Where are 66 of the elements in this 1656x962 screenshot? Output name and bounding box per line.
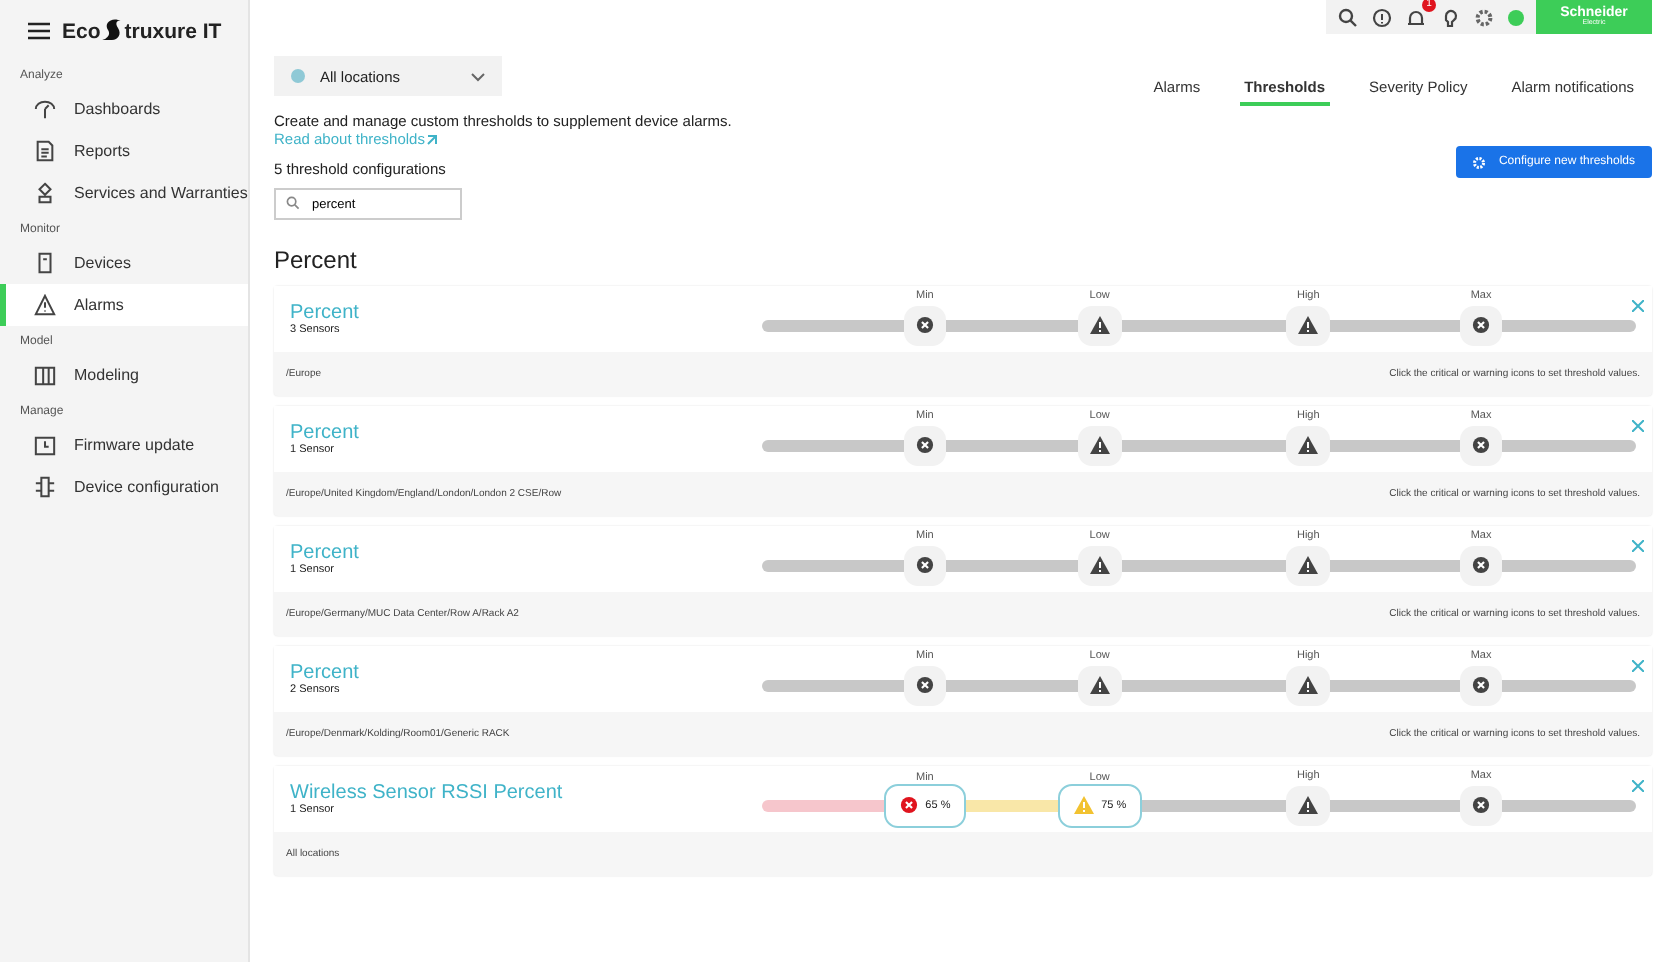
warning-icon <box>1089 436 1110 454</box>
warning-icon <box>1089 676 1110 694</box>
threshold-handle[interactable] <box>1286 305 1331 345</box>
warning-icon <box>1298 556 1319 574</box>
threshold-handle[interactable] <box>903 305 946 345</box>
critical-icon <box>915 676 934 694</box>
critical-icon <box>1472 676 1491 694</box>
nav-icon <box>34 476 56 498</box>
menu-icon[interactable] <box>28 22 50 40</box>
threshold-handle[interactable] <box>1460 545 1503 585</box>
threshold-handle[interactable] <box>903 545 946 585</box>
nav-item[interactable]: Services and Warranties <box>0 172 248 214</box>
chevron-icon <box>470 71 486 81</box>
threshold-handle[interactable] <box>1286 545 1331 585</box>
threshold-handle[interactable] <box>1077 545 1122 585</box>
critical-icon <box>1472 796 1491 814</box>
nav-icon <box>34 364 56 386</box>
external-link-icon <box>426 133 439 145</box>
threshold-handle[interactable] <box>1460 785 1503 825</box>
nav-item[interactable]: Firmware update <box>0 424 248 466</box>
warning-icon <box>1298 316 1319 334</box>
gear-icon <box>1472 155 1487 169</box>
threshold-handle[interactable] <box>1077 665 1122 705</box>
critical-icon <box>1472 316 1491 334</box>
nav-item[interactable]: Devices <box>0 242 248 284</box>
nav-item[interactable]: Reports <box>0 130 248 172</box>
critical-icon <box>899 796 918 814</box>
warning-icon <box>1089 316 1110 334</box>
threshold-handle[interactable] <box>1077 425 1122 465</box>
nav-icon <box>34 98 56 120</box>
settings-icon[interactable] <box>1474 7 1494 27</box>
threshold-handle[interactable] <box>903 665 946 705</box>
nav-item[interactable]: Device configuration <box>0 466 248 508</box>
group-heading: Percent <box>274 246 359 274</box>
warning-icon <box>1298 436 1319 454</box>
globe-icon <box>290 68 306 84</box>
threshold-handle[interactable] <box>1460 305 1503 345</box>
nav-icon <box>34 294 56 316</box>
lightbulb-icon[interactable] <box>1440 7 1460 27</box>
search-icon[interactable] <box>1338 7 1358 27</box>
warning-icon <box>1298 676 1319 694</box>
nav-icon <box>34 182 56 204</box>
brand-logo: Eco truxure IT <box>62 18 222 44</box>
critical-icon <box>1472 556 1491 574</box>
critical-icon <box>915 556 934 574</box>
nav-item[interactable]: Dashboards <box>0 88 248 130</box>
bell-icon[interactable] <box>1406 7 1426 27</box>
threshold-handle[interactable] <box>1286 785 1331 825</box>
nav-icon <box>34 140 56 162</box>
threshold-handle[interactable] <box>1286 425 1331 465</box>
threshold-handle[interactable] <box>1460 425 1503 465</box>
threshold-handle[interactable] <box>1460 665 1503 705</box>
nav-item[interactable]: Modeling <box>0 354 248 396</box>
threshold-handle[interactable] <box>903 425 946 465</box>
warning-icon <box>1298 796 1319 814</box>
critical-icon <box>915 316 934 334</box>
warning-icon <box>1089 556 1110 574</box>
help-icon[interactable] <box>1372 7 1392 27</box>
nav-item[interactable]: Alarms <box>0 284 248 326</box>
threshold-handle[interactable] <box>1077 305 1122 345</box>
threshold-handle[interactable] <box>1286 665 1331 705</box>
warning-icon <box>1073 796 1094 814</box>
nav-icon <box>34 252 56 274</box>
critical-icon <box>915 436 934 454</box>
critical-icon <box>1472 436 1491 454</box>
nav-icon <box>34 434 56 456</box>
